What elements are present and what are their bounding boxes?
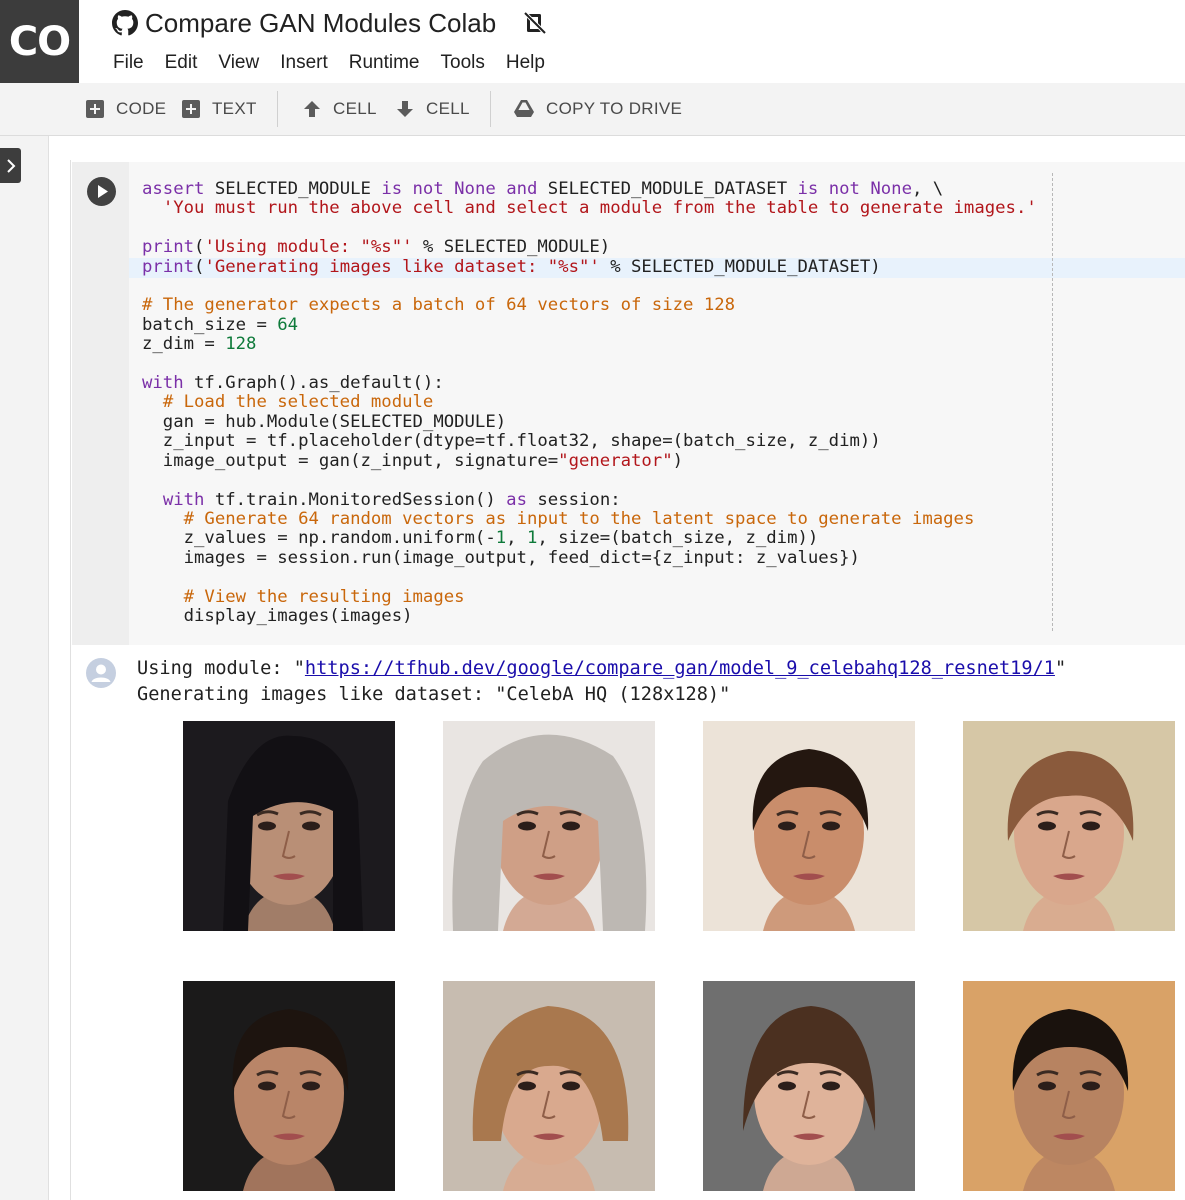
move-cell-up-button[interactable]: CELL	[303, 83, 377, 135]
code-line: print('Using module: "%s"' % SELECTED_MO…	[142, 237, 611, 258]
code-text[interactable]: assert SELECTED_MODULE is not None and S…	[142, 179, 1037, 626]
line-length-ruler	[1052, 173, 1053, 631]
code-line: # View the resulting images	[183, 586, 465, 607]
run-cell-button[interactable]	[87, 177, 116, 206]
generated-face-image	[443, 721, 655, 931]
generated-face-image	[703, 721, 915, 931]
add-text-label: TEXT	[212, 99, 257, 118]
copy-to-drive-button[interactable]: COPY TO DRIVE	[514, 83, 682, 135]
side-rail	[0, 136, 49, 1200]
output-line-1: Using module: "https://tfhub.dev/google/…	[137, 658, 1067, 679]
menu-help[interactable]: Help	[506, 52, 545, 74]
generated-face-image	[183, 981, 395, 1191]
code-line: display_images(images)	[142, 605, 413, 626]
colab-logo[interactable]: CO	[0, 0, 79, 83]
menu-edit[interactable]: Edit	[165, 52, 198, 74]
menu-file[interactable]: File	[113, 52, 144, 74]
menu-tools[interactable]: Tools	[441, 52, 485, 74]
code-line: # Generate 64 random vectors as input to…	[183, 508, 975, 529]
header: CO Compare GAN Modules Colab File Edit V…	[0, 0, 1185, 83]
notebook-title[interactable]: Compare GAN Modules Colab	[145, 8, 496, 39]
toolbar-divider	[490, 91, 491, 127]
arrow-up-icon	[304, 101, 320, 117]
code-line: # The generator expects a batch of 64 ve…	[142, 295, 736, 316]
code-line: gan = hub.Module(SELECTED_MODULE)	[142, 411, 507, 432]
sidebar-toggle-button[interactable]	[0, 148, 21, 183]
code-line: images = session.run(image_output, feed_…	[142, 547, 860, 568]
add-code-label: CODE	[116, 99, 167, 118]
drive-off-icon[interactable]	[523, 11, 547, 35]
code-line: assert SELECTED_MODULE is not None and S…	[142, 179, 944, 199]
cell-up-label: CELL	[333, 99, 377, 118]
add-code-button[interactable]: CODE	[86, 83, 166, 135]
plus-box-icon	[86, 100, 104, 118]
generated-face-image	[703, 981, 915, 1191]
play-icon	[97, 185, 108, 198]
menu-bar: File Edit View Insert Runtime Tools Help	[113, 52, 566, 74]
code-line: 'You must run the above cell and select …	[162, 198, 1037, 219]
google-drive-icon	[514, 100, 534, 117]
cell-down-label: CELL	[426, 99, 470, 118]
code-line: # Load the selected module	[162, 392, 434, 413]
code-line: z_values = np.random.uniform(-1, 1, size…	[142, 528, 819, 549]
arrow-down-icon	[397, 101, 413, 117]
generated-face-image	[963, 721, 1175, 931]
generated-face-image	[963, 981, 1175, 1191]
module-url-link[interactable]: https://tfhub.dev/google/compare_gan/mod…	[305, 658, 1055, 679]
move-cell-down-button[interactable]: CELL	[396, 83, 470, 135]
github-icon[interactable]	[112, 10, 138, 36]
code-line: batch_size = 64	[142, 314, 299, 335]
menu-insert[interactable]: Insert	[280, 52, 328, 74]
add-text-button[interactable]: TEXT	[182, 83, 257, 135]
cell-output-text: Using module: "https://tfhub.dev/google/…	[137, 656, 1066, 708]
code-line: z_dim = 128	[142, 334, 257, 355]
toolbar-divider	[277, 91, 278, 127]
code-line: with tf.Graph().as_default():	[142, 373, 444, 394]
menu-runtime[interactable]: Runtime	[349, 52, 420, 74]
cell-gutter	[72, 162, 129, 645]
menu-view[interactable]: View	[218, 52, 259, 74]
code-line: with tf.train.MonitoredSession() as sess…	[162, 489, 621, 510]
output-line-2: Generating images like dataset: "CelebA …	[137, 684, 731, 705]
toolbar: CODE TEXT CELL CELL COPY TO DRIVE	[0, 83, 1185, 136]
code-line: print('Generating images like dataset: "…	[142, 256, 881, 277]
generated-face-image	[183, 721, 395, 931]
chevron-right-icon	[6, 158, 15, 173]
code-line: image_output = gan(z_input, signature="g…	[142, 450, 684, 471]
copy-to-drive-label: COPY TO DRIVE	[546, 99, 683, 118]
code-line: z_input = tf.placeholder(dtype=tf.float3…	[142, 431, 881, 452]
plus-box-icon	[182, 100, 200, 118]
generated-face-image	[443, 981, 655, 1191]
output-avatar-icon	[86, 658, 116, 688]
